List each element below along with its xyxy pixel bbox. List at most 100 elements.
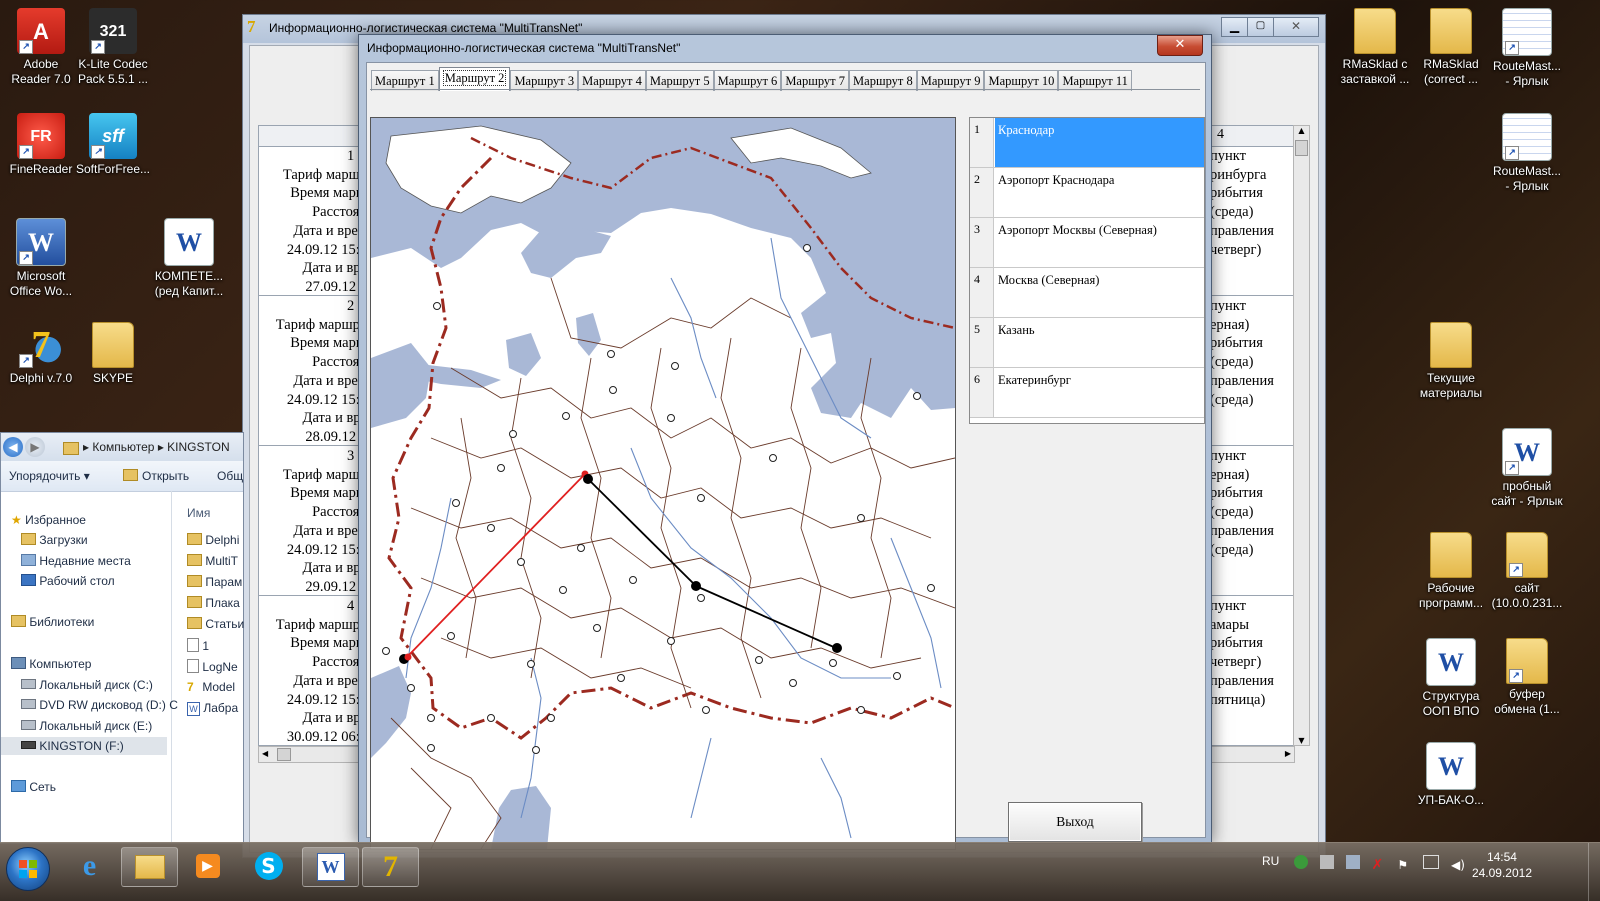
- forward-button[interactable]: ▶: [25, 437, 45, 457]
- taskbar-delphi[interactable]: 7: [362, 847, 419, 887]
- desktop-icon-up-bak[interactable]: W УП-БАК-О...: [1410, 742, 1492, 808]
- tab-route-6[interactable]: Маршрут 6: [713, 70, 782, 91]
- open-button[interactable]: Открыть: [123, 469, 189, 483]
- nav-computer[interactable]: Компьютер: [11, 657, 91, 671]
- address-path[interactable]: ▸ Компьютер ▸ KINGSTON: [83, 440, 230, 454]
- breadcrumb-kingston[interactable]: KINGSTON: [167, 440, 229, 454]
- explorer-window[interactable]: ◀ ▶ ▸ Компьютер ▸ KINGSTON Упорядочить ▾…: [0, 432, 244, 844]
- tab-route-2[interactable]: Маршрут 2: [438, 67, 511, 91]
- share-button[interactable]: Общ: [217, 469, 243, 483]
- desktop-icon-work-programs[interactable]: Рабочие программ...: [1410, 532, 1492, 611]
- desktop-icon-routemaster-1[interactable]: ↗ RouteMast... - Ярлык: [1486, 8, 1568, 89]
- file-item[interactable]: MultiT: [187, 554, 238, 568]
- file-item[interactable]: 1: [187, 638, 209, 653]
- file-item[interactable]: Delphi: [187, 533, 239, 547]
- desktop-icon-softforfree[interactable]: sff ↗ SoftForFree...: [72, 113, 154, 177]
- explorer-address-bar[interactable]: ◀ ▶ ▸ Компьютер ▸ KINGSTON: [1, 433, 243, 461]
- file-item[interactable]: Плака: [187, 596, 240, 610]
- nav-favorites[interactable]: ★ Избранное: [11, 513, 86, 527]
- tab-route-11[interactable]: Маршрут 11: [1058, 70, 1132, 91]
- nav-drive-f[interactable]: KINGSTON (F:): [1, 737, 167, 755]
- route-point-moscow[interactable]: [583, 474, 593, 484]
- tab-route-4[interactable]: Маршрут 4: [578, 70, 646, 91]
- route-point-name[interactable]: Москва (Северная): [995, 268, 1204, 317]
- route-map[interactable]: [370, 117, 956, 850]
- taskbar-media-player[interactable]: ▶: [180, 847, 235, 885]
- back-button[interactable]: ◀: [3, 437, 23, 457]
- nav-downloads[interactable]: Загрузки: [21, 533, 88, 547]
- scroll-up-arrow-icon[interactable]: ▲: [1294, 126, 1309, 140]
- taskbar-word[interactable]: W: [302, 847, 359, 887]
- desktop-icon-site-share[interactable]: ↗ сайт (10.0.0.231...: [1486, 532, 1568, 611]
- dialog-close-button[interactable]: ✕: [1157, 35, 1203, 56]
- desktop-icon-adobe-reader[interactable]: A ↗ Adobe Reader 7.0: [0, 8, 82, 87]
- file-item[interactable]: Статьи: [187, 617, 244, 631]
- taskbar-explorer[interactable]: [121, 847, 178, 887]
- tab-route-3[interactable]: Маршрут 3: [510, 70, 579, 91]
- route-map-dialog[interactable]: Информационно-логистическая система "Mul…: [358, 34, 1212, 850]
- desktop-icon-rmasklad-splash[interactable]: RMaSklad с заставкой ...: [1334, 8, 1416, 87]
- nav-network[interactable]: Сеть: [11, 780, 56, 794]
- language-indicator[interactable]: RU: [1262, 854, 1279, 868]
- desktop-icon-oop-structure[interactable]: W Структура ООП ВПО: [1410, 638, 1492, 719]
- file-item[interactable]: Парам: [187, 575, 242, 589]
- taskbar-clock[interactable]: 14:54 24.09.2012: [1472, 849, 1532, 881]
- maximize-button[interactable]: ▢: [1247, 17, 1274, 37]
- close-button[interactable]: ✕: [1273, 17, 1319, 37]
- route-point-row[interactable]: 6 Екатеринбург: [970, 368, 1204, 418]
- nav-recent-places[interactable]: Недавние места: [21, 554, 131, 568]
- nav-drive-d[interactable]: DVD RW дисковод (D:) C: [21, 698, 178, 712]
- file-item[interactable]: LogNe: [187, 659, 238, 674]
- vertical-scrollbar[interactable]: ▲ ▼: [1293, 125, 1310, 746]
- desktop-icon-k-lite[interactable]: 321 ↗ K-Lite Codec Pack 5.5.1 ...: [72, 8, 154, 87]
- desktop-icon-routemaster-2[interactable]: ↗ RouteMast... - Ярлык: [1486, 113, 1568, 194]
- nav-desktop[interactable]: Рабочий стол: [21, 574, 115, 588]
- route-point-name[interactable]: Краснодар: [995, 118, 1204, 167]
- route-point-name[interactable]: Казань: [995, 318, 1204, 367]
- exit-button[interactable]: Выход: [1008, 802, 1142, 842]
- desktop-icon-skype-folder[interactable]: SKYPE: [72, 322, 154, 386]
- tab-route-8[interactable]: Маршрут 8: [849, 70, 917, 91]
- route-point-row[interactable]: 1 Краснодар: [970, 118, 1204, 168]
- nav-drive-c[interactable]: Локальный диск (C:): [21, 678, 153, 692]
- display-icon[interactable]: [1423, 855, 1440, 869]
- desktop-icon-delphi[interactable]: 7 ↗ Delphi v.7.0: [0, 322, 82, 386]
- scroll-down-arrow-icon[interactable]: ▼: [1294, 736, 1309, 745]
- nav-drive-e[interactable]: Локальный диск (E:): [21, 719, 152, 733]
- desktop-icon-ms-word[interactable]: W ↗ Microsoft Office Wo...: [0, 218, 82, 299]
- desktop-icon-test-site[interactable]: W ↗ пробный сайт - Ярлык: [1486, 428, 1568, 509]
- route-point-name[interactable]: Екатеринбург: [995, 368, 1204, 417]
- route-point-name[interactable]: Аэропорт Краснодара: [995, 168, 1204, 217]
- volume-icon[interactable]: ◀): [1451, 858, 1465, 872]
- taskbar-ie[interactable]: e: [62, 847, 117, 885]
- start-button[interactable]: [6, 847, 50, 891]
- route-point-name[interactable]: Аэропорт Москвы (Северная): [995, 218, 1204, 267]
- organize-button[interactable]: Упорядочить ▾: [9, 469, 90, 483]
- breadcrumb-computer[interactable]: Компьютер: [92, 440, 154, 454]
- security-icon[interactable]: [1294, 855, 1308, 869]
- file-item[interactable]: W Лабра: [187, 701, 238, 716]
- scrollbar-thumb[interactable]: [1295, 140, 1308, 156]
- tab-route-1[interactable]: Маршрут 1: [371, 70, 439, 91]
- column-header-name[interactable]: Имя: [187, 506, 210, 520]
- file-item[interactable]: 7 Model: [187, 680, 235, 694]
- network-error-icon[interactable]: [1319, 855, 1334, 869]
- route-point-row[interactable]: 3 Аэропорт Москвы (Северная): [970, 218, 1204, 268]
- antivirus-icon[interactable]: ✗: [1371, 858, 1385, 872]
- desktop-icon-finereader[interactable]: FR ↗ FineReader: [0, 113, 82, 177]
- route-point-row[interactable]: 2 Аэропорт Краснодара: [970, 168, 1204, 218]
- route-point-kazan[interactable]: [691, 581, 701, 591]
- scrollbar-thumb[interactable]: [277, 748, 291, 761]
- route-point-krasnodar-airport[interactable]: [404, 653, 412, 661]
- desktop-icon-rmasklad-correct[interactable]: RMaSklad (correct ...: [1410, 8, 1492, 87]
- desktop-icon-competence-doc[interactable]: W КОМПЕТЕ... (ред Капит...: [148, 218, 230, 299]
- scroll-left-arrow-icon[interactable]: ◀: [262, 747, 268, 761]
- desktop-icon-clipboard[interactable]: ↗ буфер обмена (1...: [1486, 638, 1568, 717]
- minimize-button[interactable]: ▁: [1221, 17, 1248, 37]
- tab-route-10[interactable]: Маршрут 10: [984, 70, 1059, 91]
- nav-libraries[interactable]: Библиотеки: [11, 615, 94, 629]
- show-desktop-button[interactable]: [1588, 843, 1600, 901]
- desktop-icon-current-materials[interactable]: Текущие материалы: [1410, 322, 1492, 401]
- route-point-row[interactable]: 5 Казань: [970, 318, 1204, 368]
- flag-icon[interactable]: ⚑: [1397, 858, 1411, 872]
